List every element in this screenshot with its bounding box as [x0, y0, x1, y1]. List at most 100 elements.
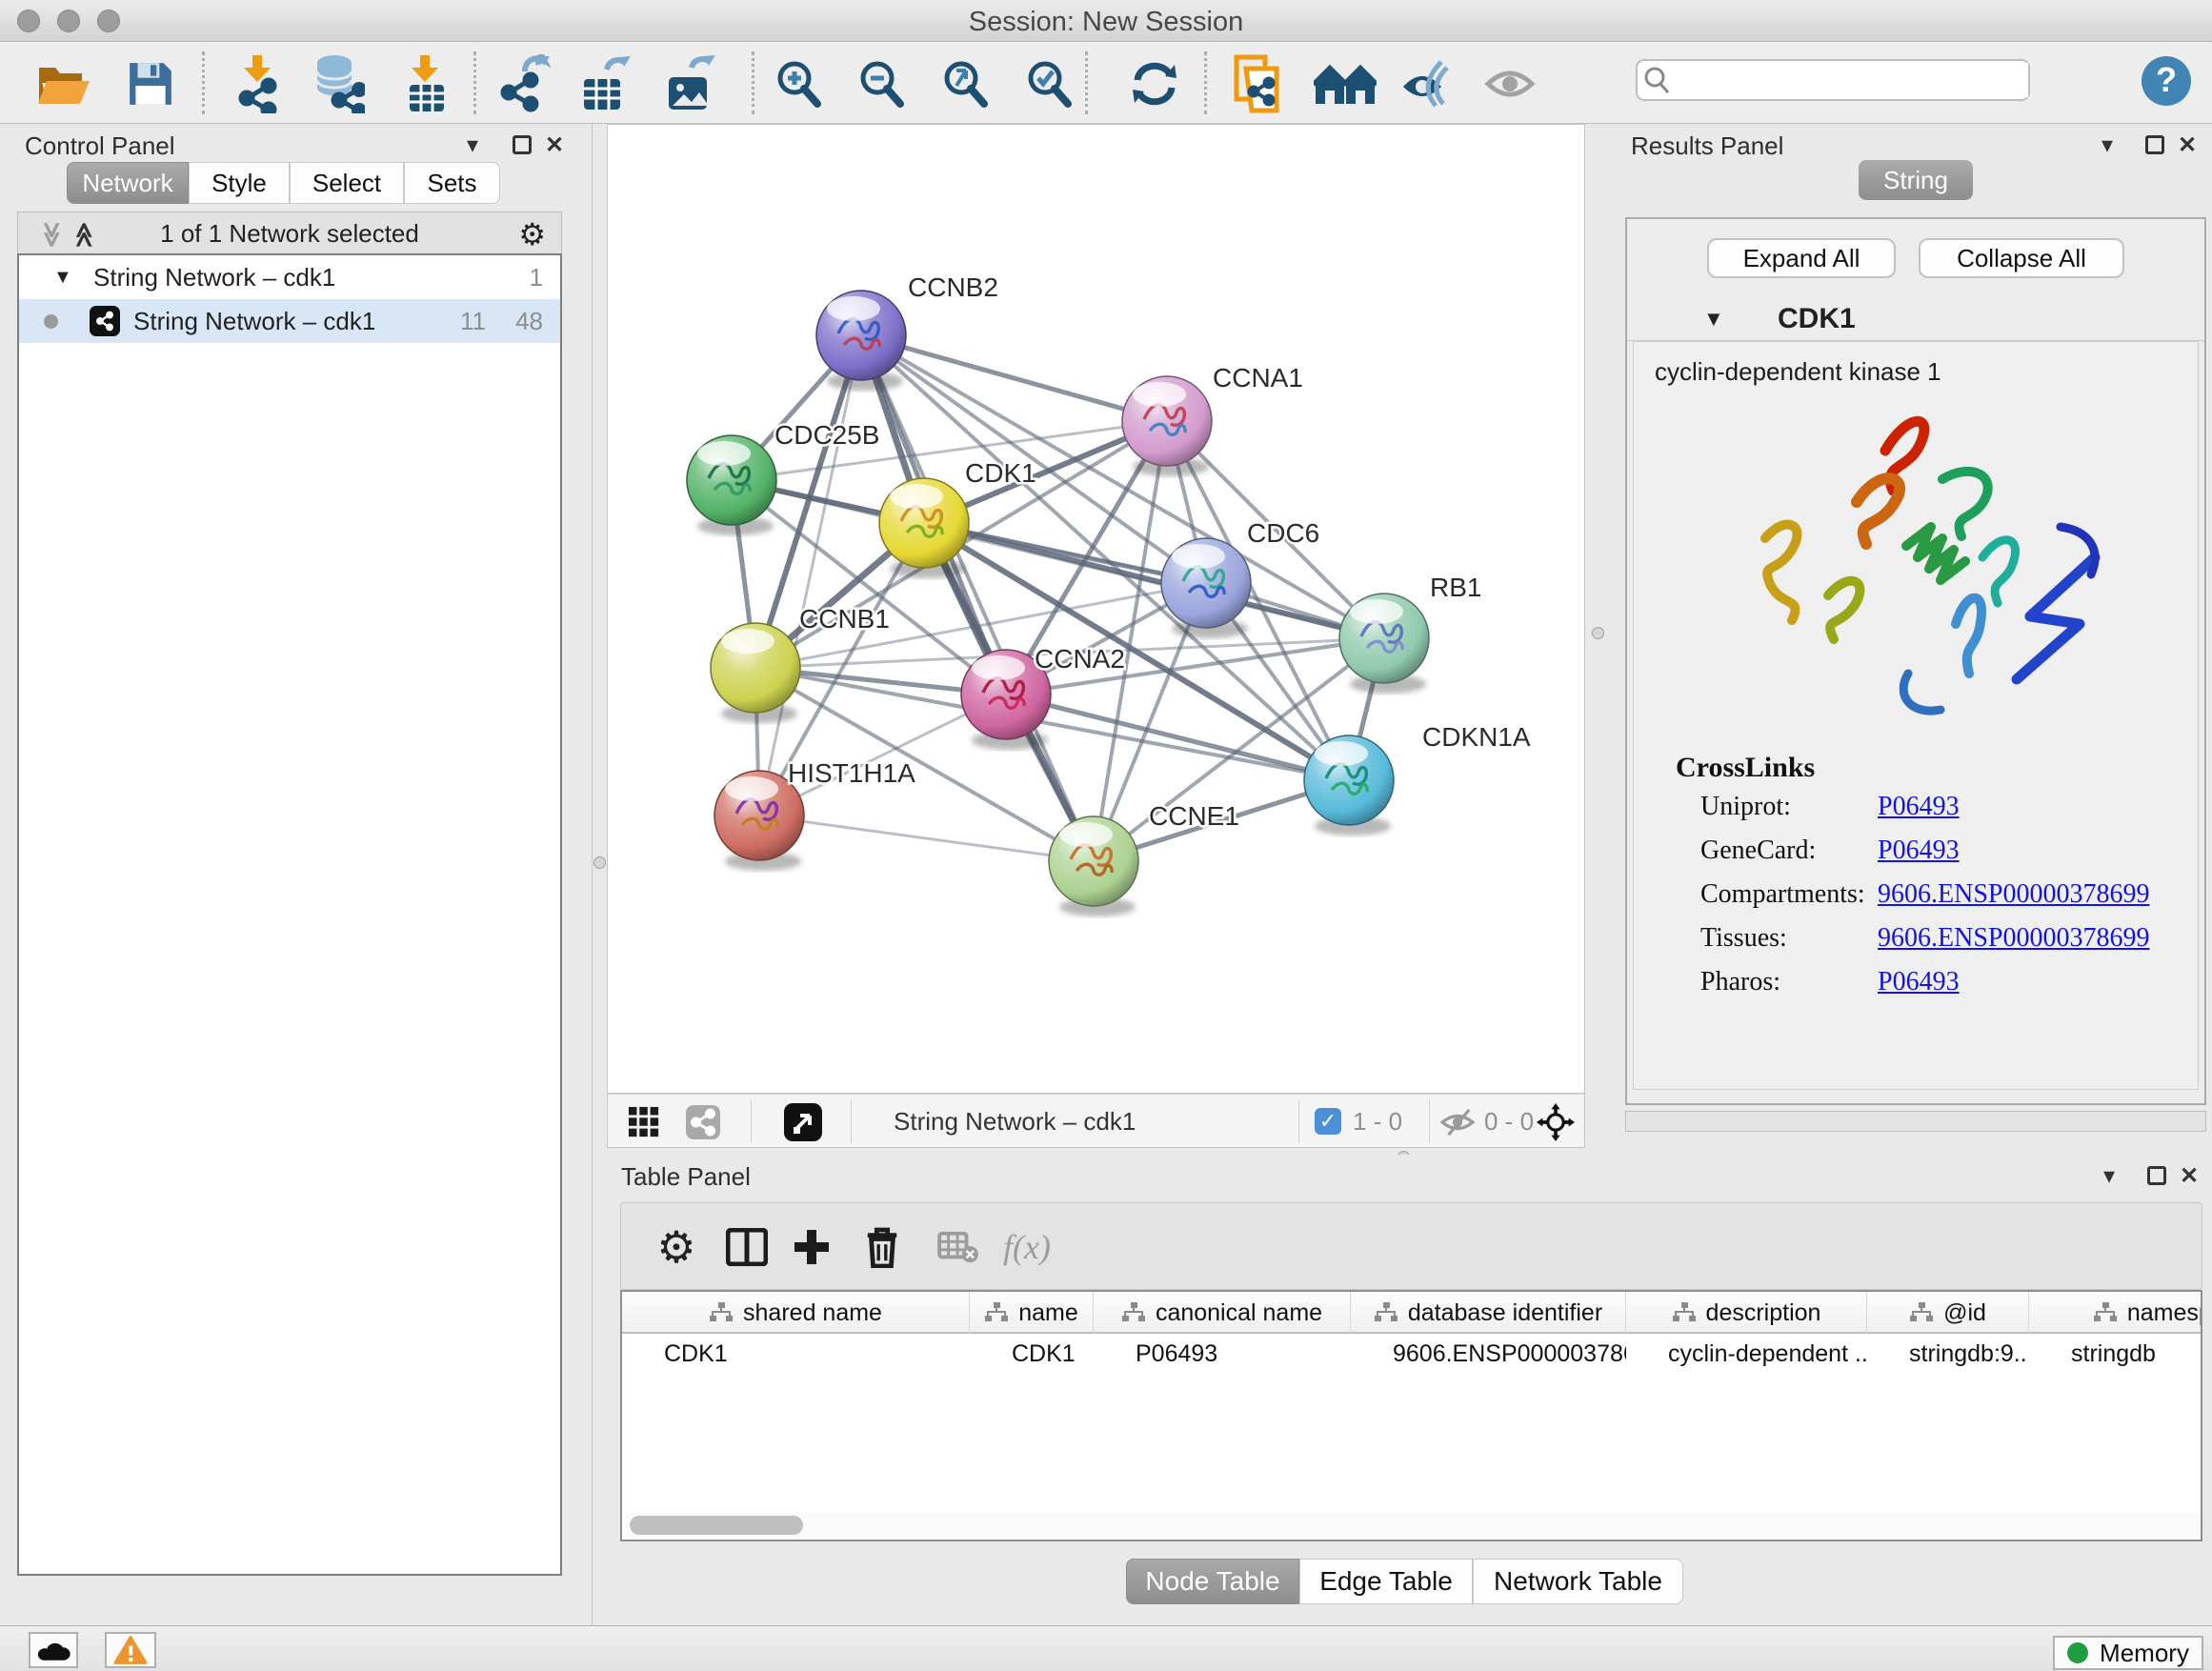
export-image-icon[interactable] — [659, 53, 722, 114]
network-node-HIST1H1A[interactable]: HIST1H1A — [714, 758, 915, 871]
right-splitter-handle[interactable] — [1592, 627, 1604, 639]
left-splitter-handle[interactable] — [593, 856, 606, 869]
network-node-CCNB2[interactable]: CCNB2 — [816, 272, 998, 391]
close-panel-icon[interactable]: ✕ — [2180, 1162, 2199, 1190]
import-network-file-icon[interactable] — [227, 53, 290, 114]
crosslink-label: Pharos: — [1700, 967, 1780, 997]
table-cell[interactable]: cyclin-dependent ... — [1626, 1336, 1867, 1372]
hidden-eye-icon[interactable] — [1438, 1103, 1477, 1141]
export-table-icon[interactable] — [574, 53, 637, 114]
crosslink-link[interactable]: 9606.ENSP00000378699 — [1878, 879, 2149, 910]
grid-view-icon[interactable] — [625, 1103, 663, 1141]
network-node-CDKN1A[interactable]: CDKN1A — [1304, 722, 1531, 836]
table-cell[interactable]: stringdb:9... — [1867, 1336, 2029, 1372]
close-panel-icon[interactable]: ✕ — [545, 131, 564, 159]
table-options-gear-icon[interactable]: ⚙ — [650, 1220, 703, 1274]
panel-menu-icon[interactable]: ▾ — [467, 131, 478, 159]
hide-view-icon[interactable] — [1395, 53, 1458, 114]
table-cell[interactable]: CDK1 — [970, 1336, 1094, 1372]
network-node-CCNA1[interactable]: CCNA1 — [1122, 363, 1303, 476]
network-view-title: String Network – cdk1 — [894, 1107, 1136, 1137]
float-panel-icon[interactable] — [2145, 135, 2164, 154]
close-panel-icon[interactable]: ✕ — [2178, 131, 2197, 159]
collapse-triangle-icon[interactable]: ▼ — [53, 255, 72, 299]
import-network-database-icon[interactable] — [307, 53, 370, 114]
function-builder-icon-disabled: f(x) — [1000, 1220, 1054, 1274]
tab-select[interactable]: Select — [290, 162, 404, 204]
network-node-RB1[interactable]: RB1 — [1339, 573, 1481, 694]
tab-edge-table[interactable]: Edge Table — [1299, 1559, 1473, 1604]
panel-menu-icon[interactable]: ▾ — [2103, 1162, 2115, 1190]
crosslink-link[interactable]: P06493 — [1878, 967, 1960, 997]
network-edge-HIST1H1A-CCNE1[interactable] — [759, 815, 1094, 861]
scrollbar-thumb[interactable] — [630, 1516, 803, 1535]
crosslink-link[interactable]: 9606.ENSP00000378699 — [1878, 923, 2149, 954]
save-session-icon[interactable] — [119, 53, 182, 114]
horizontal-scrollbar — [624, 1513, 2199, 1538]
column-header-description[interactable]: description — [1626, 1292, 1867, 1334]
birdseye-view-icon[interactable] — [784, 1103, 822, 1141]
panel-menu-icon[interactable]: ▾ — [2101, 131, 2113, 159]
delete-column-trash-icon[interactable] — [855, 1220, 909, 1274]
help-icon[interactable]: ? — [2142, 56, 2191, 106]
network-options-gear-icon[interactable]: ⚙ — [518, 216, 546, 252]
table-cell[interactable]: 9606.ENSP00000378699 — [1351, 1336, 1626, 1372]
search-input[interactable] — [1676, 63, 2028, 97]
expand-all-button[interactable]: Expand All — [1707, 238, 1896, 278]
fit-selected-crosshair-icon[interactable] — [1537, 1103, 1575, 1141]
table-cell[interactable]: stringdb — [2029, 1336, 2202, 1372]
tab-node-table[interactable]: Node Table — [1126, 1559, 1299, 1604]
refresh-icon[interactable] — [1123, 53, 1186, 114]
network-node-count: 11 — [460, 299, 486, 343]
show-columns-icon[interactable] — [720, 1220, 774, 1274]
zoom-in-icon[interactable] — [768, 53, 831, 114]
crosslink-link[interactable]: P06493 — [1878, 792, 1960, 822]
table-cell[interactable]: P06493 — [1094, 1336, 1351, 1372]
selected-checkbox-icon[interactable]: ✓ — [1315, 1108, 1341, 1135]
table-panel-title: Table Panel — [621, 1162, 751, 1192]
network-node-CCNE1[interactable]: CCNE1 — [1049, 801, 1239, 916]
cloud-status-icon[interactable] — [29, 1632, 78, 1668]
export-network-icon[interactable] — [493, 53, 555, 114]
column-header-name[interactable]: name — [970, 1292, 1094, 1334]
window-title: Session: New Session — [0, 7, 2212, 38]
table-cell[interactable]: CDK1 — [622, 1336, 970, 1372]
column-header-canonical-name[interactable]: canonical name — [1094, 1292, 1351, 1334]
float-panel-icon[interactable] — [2147, 1166, 2166, 1185]
column-header-namespace[interactable]: namespace — [2029, 1292, 2202, 1334]
import-table-file-icon[interactable] — [394, 53, 457, 114]
tab-sets[interactable]: Sets — [404, 162, 500, 204]
tab-network-table[interactable]: Network Table — [1473, 1559, 1683, 1604]
tab-network[interactable]: Network — [67, 162, 189, 204]
network-node-CDK1[interactable]: CDK1 — [879, 458, 1036, 578]
node-label-CCNA2: CCNA2 — [1035, 644, 1125, 674]
network-node-CDC6[interactable]: CDC6 — [1161, 518, 1319, 638]
collapse-triangle-icon[interactable]: ▼ — [1703, 307, 1724, 332]
tab-style[interactable]: Style — [189, 162, 290, 204]
open-session-icon[interactable] — [32, 53, 95, 114]
network-edge-CCNB2-HIST1H1A[interactable] — [759, 335, 861, 815]
network-icon-small[interactable] — [684, 1103, 722, 1141]
show-all-views-icon[interactable] — [1314, 53, 1377, 114]
cdk1-section-header[interactable]: ▼ CDK1 — [1627, 297, 2204, 341]
column-header--id[interactable]: @id — [1867, 1292, 2029, 1334]
results-panel-scroll-strip[interactable] — [1625, 1111, 2206, 1132]
column-header-shared-name[interactable]: shared name — [622, 1292, 970, 1334]
collapse-all-button[interactable]: Collapse All — [1919, 238, 2124, 278]
network-canvas[interactable]: CCNB2CCNA1CDC25BCDK1CDC6RB1CCNB1CCNA2CDK… — [607, 124, 1585, 1094]
show-view-icon[interactable] — [1479, 53, 1542, 114]
warning-icon[interactable] — [105, 1632, 156, 1668]
network-row-selected[interactable]: String Network – cdk1 11 48 — [19, 299, 560, 343]
column-header-database-identifier[interactable]: database identifier — [1351, 1292, 1626, 1334]
network-collection-row[interactable]: ▼ String Network – cdk1 1 — [19, 255, 560, 299]
crosslink-link[interactable]: P06493 — [1878, 836, 1960, 866]
zoom-out-icon[interactable] — [851, 53, 914, 114]
zoom-fit-icon[interactable] — [935, 53, 997, 114]
add-column-icon[interactable] — [785, 1220, 838, 1274]
float-panel-icon[interactable] — [513, 135, 532, 154]
memory-button[interactable]: Memory — [2053, 1636, 2203, 1670]
zoom-selected-icon[interactable] — [1018, 53, 1081, 114]
tab-string[interactable]: String — [1859, 160, 1973, 200]
node-label-CCNB2: CCNB2 — [908, 272, 998, 302]
clone-network-icon[interactable] — [1227, 53, 1290, 114]
